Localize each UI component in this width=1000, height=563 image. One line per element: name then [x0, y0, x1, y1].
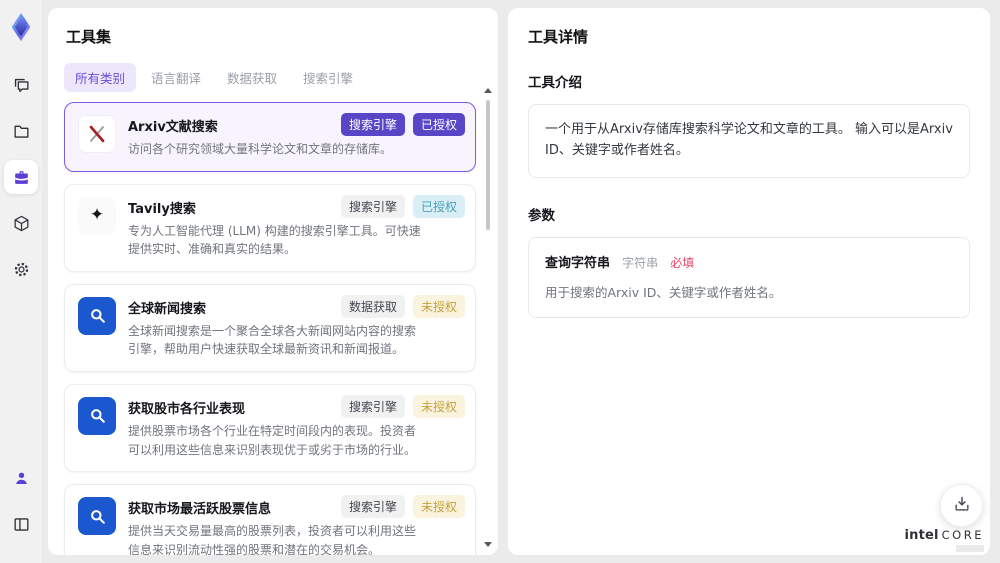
tool-category-badge: 搜索引擎	[340, 194, 405, 218]
app-sidebar	[0, 0, 42, 563]
scrollbar-thumb[interactable]	[486, 100, 490, 230]
tavily-icon: ✦	[78, 196, 116, 235]
chat-icon	[12, 76, 31, 95]
sidebar-item-account[interactable]	[4, 461, 38, 495]
brand-sub-badge	[956, 545, 984, 552]
tool-auth-badge: 未授权	[412, 294, 465, 318]
tool-badges: 搜索引擎 未授权	[340, 394, 465, 418]
param-description: 用于搜索的Arxiv ID、关键字或作者姓名。	[545, 284, 782, 300]
download-icon	[952, 494, 972, 518]
category-tabs: 所有类别 语言翻译 数据获取 搜索引擎	[64, 63, 484, 92]
cube-icon	[12, 214, 31, 233]
tool-intro-text: 一个用于从Arxiv存储库搜索科学论文和文章的工具。 输入可以是Arxiv ID…	[528, 104, 970, 178]
tool-body: 获取市场最活跃股票信息 搜索引擎 未授权 提供当天交易量最高的股票列表，投资者可…	[128, 495, 465, 555]
tool-card[interactable]: ✦ Tavily搜索 搜索引擎 已授权 专为人工智能代理 (LLM) 构建的搜索…	[64, 183, 476, 272]
tool-badges: 搜索引擎 已授权	[340, 113, 465, 136]
tool-description: 专为人工智能代理 (LLM) 构建的搜索引擎工具。可快速提供实时、准确和真实的结…	[128, 223, 421, 257]
tool-category-badge: 搜索引擎	[340, 495, 405, 519]
tool-badges: 搜索引擎 已授权	[340, 194, 465, 218]
tool-description: 全球新闻搜索是一个聚合全球各大新闻网站内容的搜索引擎，帮助用户快速获取全球最新资…	[128, 323, 417, 357]
category-tab-2[interactable]: 数据获取	[216, 63, 288, 92]
bluesearch-icon	[78, 396, 116, 435]
gear-icon	[12, 260, 31, 279]
param-required-badge: 必填	[670, 255, 695, 270]
tool-body: Tavily搜索 搜索引擎 已授权 专为人工智能代理 (LLM) 构建的搜索引擎…	[128, 194, 465, 259]
tool-card[interactable]: Arxiv文献搜索 搜索引擎 已授权 访问各个研究领域大量科学论文和文章的存储库…	[64, 102, 476, 172]
tool-auth-badge: 未授权	[412, 394, 465, 418]
sidebar-item-tools[interactable]	[4, 160, 38, 194]
tool-category-badge: 数据获取	[340, 294, 405, 318]
tool-detail-panel: 工具详情 工具介绍 一个用于从Arxiv存储库搜索科学论文和文章的工具。 输入可…	[508, 8, 990, 555]
tool-category-badge: 搜索引擎	[340, 394, 405, 418]
folder-icon	[12, 122, 31, 141]
params-heading: 参数	[528, 207, 555, 224]
tool-name: 获取市场最活跃股票信息	[128, 502, 272, 518]
toolbox-icon	[12, 168, 31, 187]
bluesearch-icon	[78, 296, 116, 335]
app-logo-icon	[6, 12, 36, 42]
tool-name: 获取股市各行业表现	[128, 401, 246, 417]
intel-core-logo: intel core	[904, 529, 984, 552]
sidebar-item-chat[interactable]	[4, 68, 38, 102]
tool-badges: 搜索引擎 未授权	[340, 495, 465, 519]
tool-body: 获取股市各行业表现 搜索引擎 未授权 提供股票市场各个行业在特定时间段内的表现。…	[128, 394, 465, 459]
tool-card[interactable]: 全球新闻搜索 数据获取 未授权 全球新闻搜索是一个聚合全球各大新闻网站内容的搜索…	[64, 283, 476, 372]
tool-description: 提供当天交易量最高的股票列表，投资者可以利用这些信息来识别流动性强的股票和潜在的…	[128, 524, 417, 555]
category-tab-0[interactable]: 所有类别	[64, 63, 137, 92]
sidebar-item-settings[interactable]	[4, 252, 38, 286]
sidebar-item-collapse[interactable]	[4, 507, 38, 541]
tools-panel: 工具集 所有类别 语言翻译 数据获取 搜索引擎 Arxiv文献搜索 搜索引擎 已授权 …	[48, 8, 498, 555]
tools-panel-title: 工具集	[66, 28, 112, 46]
param-header: 查询字符串 字符串 必填	[545, 252, 953, 271]
tool-description: 提供股票市场各个行业在特定时间段内的表现。投资者可以利用这些信息来识别表现优于或…	[128, 423, 417, 457]
panel-toggle-icon	[12, 515, 31, 534]
download-button[interactable]	[940, 484, 983, 527]
brand-intel-text: intel	[904, 528, 939, 543]
tool-name: Arxiv文献搜索	[128, 120, 218, 135]
tool-name: Tavily搜索	[128, 201, 196, 217]
tool-auth-badge: 已授权	[412, 194, 465, 218]
category-tab-3[interactable]: 搜索引擎	[292, 63, 364, 92]
arxiv-icon	[78, 115, 116, 153]
bluesearch-icon	[78, 497, 116, 536]
scrollbar-up-arrow[interactable]	[484, 88, 492, 93]
category-tab-1[interactable]: 语言翻译	[140, 63, 212, 92]
tool-card[interactable]: 获取股市各行业表现 搜索引擎 未授权 提供股票市场各个行业在特定时间段内的表现。…	[64, 383, 476, 473]
sidebar-item-packages[interactable]	[4, 206, 38, 240]
tool-auth-badge: 已授权	[412, 113, 465, 136]
tool-auth-badge: 未授权	[412, 495, 465, 519]
scrollbar-down-arrow[interactable]	[484, 542, 492, 547]
tool-list: Arxiv文献搜索 搜索引擎 已授权 访问各个研究领域大量科学论文和文章的存储库…	[64, 102, 484, 555]
user-icon	[12, 469, 31, 488]
tool-intro-heading: 工具介绍	[528, 75, 582, 91]
brand-core-text: core	[941, 528, 984, 542]
sidebar-item-files[interactable]	[4, 114, 38, 148]
detail-panel-title: 工具详情	[528, 28, 589, 46]
param-name: 查询字符串	[545, 255, 611, 271]
param-type: 字符串	[622, 255, 659, 270]
tool-description: 访问各个研究领域大量科学论文和文章的存储库。	[128, 142, 393, 156]
main-area: 工具集 所有类别 语言翻译 数据获取 搜索引擎 Arxiv文献搜索 搜索引擎 已授权 …	[42, 0, 1000, 563]
tool-card[interactable]: 获取市场最活跃股票信息 搜索引擎 未授权 提供当天交易量最高的股票列表，投资者可…	[64, 484, 476, 555]
tool-body: 全球新闻搜索 数据获取 未授权 全球新闻搜索是一个聚合全球各大新闻网站内容的搜索…	[128, 294, 465, 359]
tool-category-badge: 搜索引擎	[340, 113, 405, 136]
param-item: 查询字符串 字符串 必填 用于搜索的Arxiv ID、关键字或作者姓名。	[528, 236, 970, 318]
tool-body: Arxiv文献搜索 搜索引擎 已授权 访问各个研究领域大量科学论文和文章的存储库…	[128, 113, 465, 159]
tool-name: 全球新闻搜索	[128, 301, 207, 317]
tool-badges: 数据获取 未授权	[340, 294, 465, 318]
